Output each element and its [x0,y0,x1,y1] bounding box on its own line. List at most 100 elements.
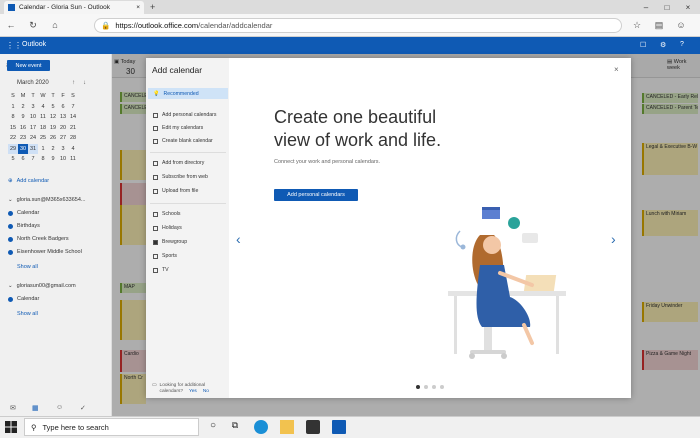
nav-recommended[interactable]: 💡 Recommended [148,88,228,99]
day-cell[interactable]: 2 [48,144,58,155]
help-icon[interactable]: ? [680,41,684,48]
day-cell[interactable]: 21 [68,123,78,134]
account-2[interactable]: ⌄ gloriasun00@gmail.com [8,283,76,289]
url-field[interactable]: 🔒 https://outlook.office.com/calendar/ad… [94,18,622,33]
refresh-icon[interactable]: ↻ [26,18,40,32]
day-cell[interactable]: 5 [8,154,18,165]
cortana-icon[interactable]: ○ [206,420,220,434]
day-cell[interactable]: 2 [18,102,28,113]
day-cell[interactable]: 19 [48,123,58,134]
day-cell[interactable]: 4 [38,102,48,113]
close-window-icon[interactable]: × [678,1,698,13]
calendar-item-calendar[interactable]: Calendar [8,210,39,216]
carousel-dot[interactable] [432,385,436,389]
carousel-prev-icon[interactable]: ‹ [236,231,241,247]
calendar-item-calendar-2[interactable]: Calendar [8,296,39,302]
day-cell[interactable]: 6 [18,154,28,165]
day-cell[interactable]: 17 [28,123,38,134]
day-cell[interactable]: 11 [68,154,78,165]
nav-edit-calendars[interactable]: Edit my calendars [153,125,203,131]
day-cell[interactable]: 28 [68,133,78,144]
day-cell[interactable]: 26 [48,133,58,144]
home-icon[interactable]: ⌂ [48,18,62,32]
nav-holidays[interactable]: Holidays [153,225,182,231]
carousel-dot-active[interactable] [416,385,420,389]
todo-icon[interactable]: ✓ [80,404,86,412]
day-cell[interactable]: 10 [58,154,68,165]
store-icon[interactable] [306,420,320,434]
mail-icon[interactable]: ✉ [10,404,16,412]
day-cell[interactable]: 3 [58,144,68,155]
carousel-next-icon[interactable]: › [611,231,616,247]
day-cell[interactable]: 31 [28,143,38,154]
day-cell[interactable]: 15 [8,123,18,134]
profile-icon[interactable]: ☺ [674,18,688,32]
minimize-icon[interactable]: – [636,1,656,13]
day-cell[interactable]: 23 [18,133,28,144]
add-personal-calendars-button[interactable]: Add personal calendars [274,189,358,201]
day-cell[interactable]: 24 [28,133,38,144]
new-tab-button[interactable]: + [150,2,155,12]
day-cell[interactable]: 13 [58,112,68,123]
calendar-item-birthdays[interactable]: Birthdays [8,223,40,229]
windows-start-icon[interactable] [4,420,18,434]
day-cell[interactable]: 10 [28,112,38,123]
back-icon[interactable]: ← [4,18,18,32]
day-cell[interactable]: 5 [48,102,58,113]
close-tab-icon[interactable]: × [136,4,140,11]
settings-icon[interactable]: ⚙ [660,41,666,49]
day-cell[interactable]: 9 [18,112,28,123]
calendar-item-eisenhower[interactable]: Eisenhower Middle School [8,249,82,255]
browser-tab[interactable]: Calendar - Gloria Sun - Outlook × [4,1,144,14]
day-cell[interactable]: 29 [8,143,18,154]
people-icon[interactable]: ☺ [56,404,63,411]
account-1[interactable]: ⌄ gloria.sun@M365x633654... [8,197,86,203]
footer-yes-link[interactable]: Yes [189,389,197,395]
day-cell[interactable]: 6 [58,102,68,113]
nav-brewgroup[interactable]: Brewgroup [153,239,187,245]
show-all-link-2[interactable]: Show all [17,311,38,317]
edge-browser-icon[interactable] [254,420,268,434]
prev-month-icon[interactable]: ↑ [72,80,75,86]
day-cell[interactable]: 18 [38,123,48,134]
day-cell[interactable]: 11 [38,112,48,123]
taskbar-search-box[interactable]: ⚲ Type here to search [24,418,199,436]
calendar-item-north-creek[interactable]: North Creek Badgers [8,236,69,242]
day-cell[interactable]: 8 [38,154,48,165]
collections-icon[interactable]: ▤ [652,18,666,32]
next-month-icon[interactable]: ↓ [83,80,86,86]
day-cell[interactable]: 30 [18,143,28,154]
nav-add-personal[interactable]: Add personal calendars [153,112,217,118]
close-dialog-icon[interactable]: × [614,65,619,74]
day-cell[interactable]: 7 [68,102,78,113]
day-cell[interactable]: 1 [8,102,18,113]
footer-no-link[interactable]: No [203,389,209,395]
nav-subscribe-web[interactable]: Subscribe from web [153,174,208,180]
day-cell[interactable]: 27 [58,133,68,144]
day-cell[interactable]: 8 [8,112,18,123]
app-launcher-icon[interactable]: ⋮⋮ [6,41,22,50]
add-calendar-link[interactable]: ⊕ Add calendar [8,178,49,184]
day-cell[interactable]: 4 [68,144,78,155]
nav-upload-file[interactable]: Upload from file [153,188,198,194]
favorites-icon[interactable]: ☆ [630,18,644,32]
mail-app-icon[interactable] [332,420,346,434]
new-event-button[interactable]: New event [7,60,50,71]
day-cell[interactable]: 25 [38,133,48,144]
day-cell[interactable]: 9 [48,154,58,165]
day-cell[interactable]: 7 [28,154,38,165]
show-all-link[interactable]: Show all [17,264,38,270]
carousel-dot[interactable] [424,385,428,389]
nav-tv[interactable]: TV [153,267,169,273]
day-cell[interactable]: 3 [28,102,38,113]
skype-icon[interactable]: ☐ [640,41,646,49]
nav-from-directory[interactable]: Add from directory [153,160,204,166]
nav-sports[interactable]: Sports [153,253,177,259]
day-cell[interactable]: 14 [68,112,78,123]
day-cell[interactable]: 12 [48,112,58,123]
day-cell[interactable]: 1 [38,144,48,155]
day-cell[interactable]: 20 [58,123,68,134]
carousel-dot[interactable] [440,385,444,389]
task-view-icon[interactable]: ⧉ [228,420,242,434]
file-explorer-icon[interactable] [280,420,294,434]
